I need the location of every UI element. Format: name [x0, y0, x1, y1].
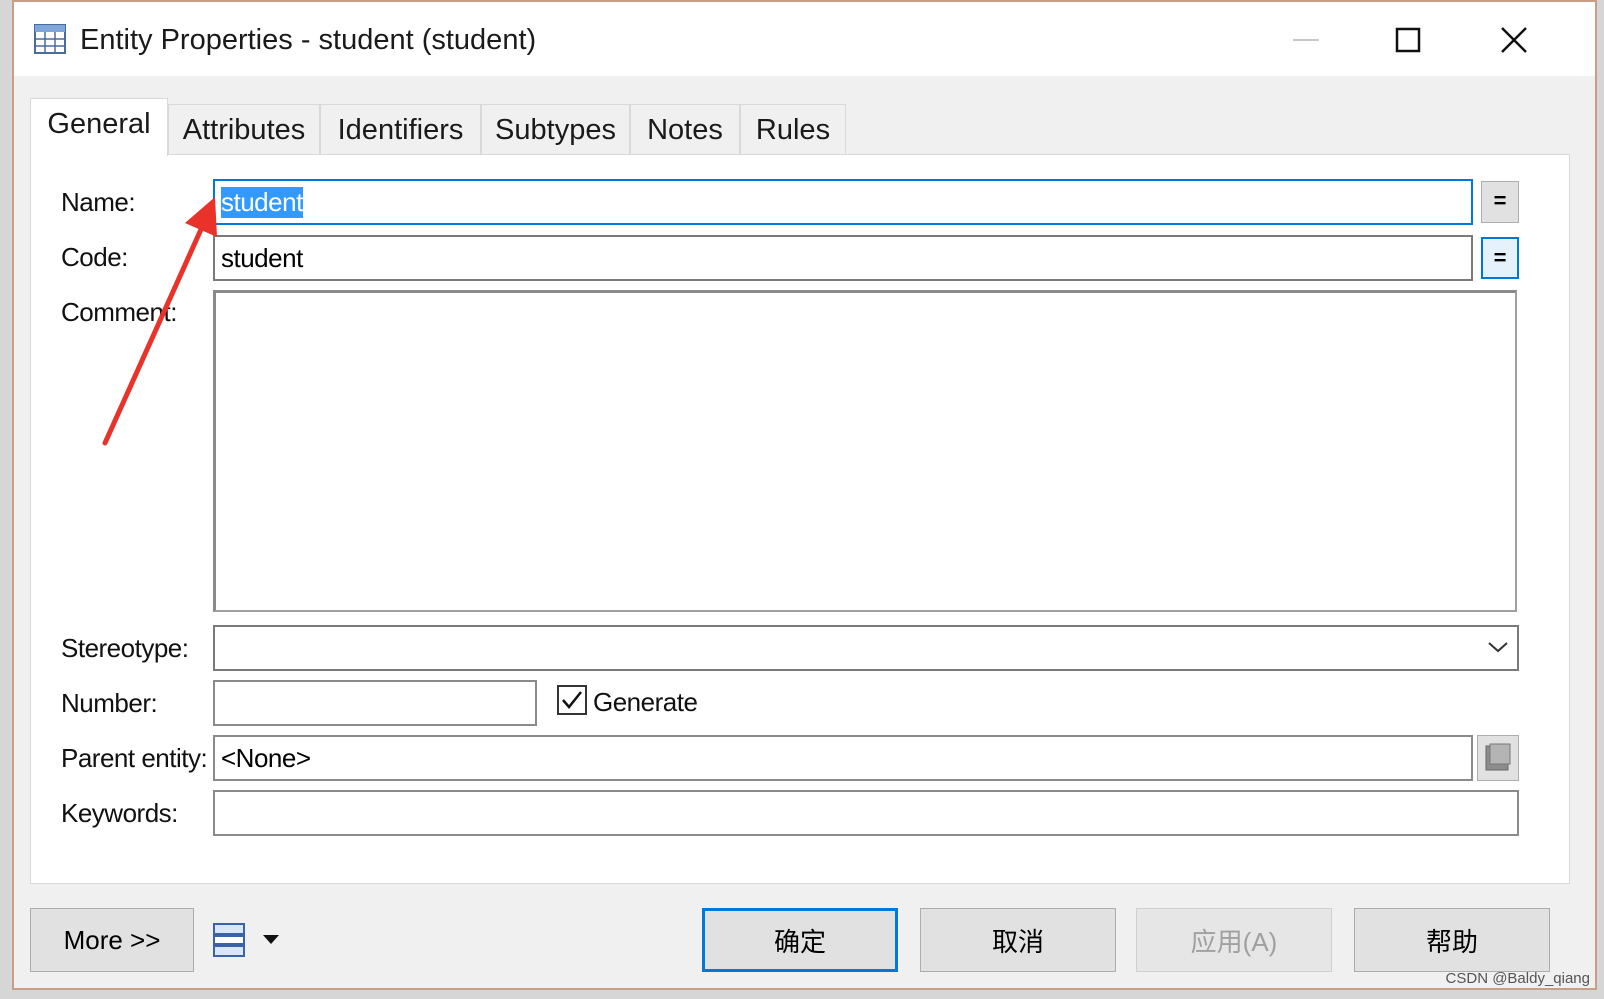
tab-rules[interactable]: Rules	[740, 104, 846, 154]
more-button[interactable]: More >>	[30, 908, 194, 972]
code-input[interactable]: student	[213, 235, 1473, 281]
parent-entity-label: Parent entity:	[61, 743, 208, 773]
table-icon	[34, 24, 66, 54]
ok-button[interactable]: 确定	[702, 908, 898, 972]
title-bar[interactable]: Entity Properties - student (student)	[14, 2, 1595, 76]
code-value: student	[221, 243, 303, 273]
tab-general[interactable]: General	[30, 98, 168, 156]
number-input[interactable]	[213, 680, 537, 726]
maximize-button[interactable]	[1376, 14, 1440, 66]
code-sync-button[interactable]: =	[1481, 237, 1519, 279]
maximize-icon	[1395, 27, 1421, 53]
close-button[interactable]	[1482, 14, 1546, 66]
tab-notes[interactable]: Notes	[630, 104, 740, 154]
tab-attributes[interactable]: Attributes	[168, 104, 320, 154]
cancel-button[interactable]: 取消	[920, 908, 1116, 972]
properties-icon	[1485, 743, 1511, 771]
keywords-label: Keywords:	[61, 798, 178, 828]
minimize-button[interactable]	[1274, 14, 1338, 66]
print-preview-icon	[213, 923, 245, 957]
dropdown-arrow-icon	[263, 935, 279, 944]
general-panel: Name: student = Code: student = Comment:…	[30, 154, 1570, 884]
name-input[interactable]: student	[213, 179, 1473, 225]
minimize-icon	[1293, 39, 1319, 41]
name-to-code-button[interactable]: =	[1481, 181, 1519, 223]
name-value: student	[221, 187, 303, 218]
help-button[interactable]: 帮助	[1354, 908, 1550, 972]
stereotype-label: Stereotype:	[61, 633, 189, 663]
generate-checkbox[interactable]	[557, 685, 587, 715]
close-icon	[1501, 27, 1527, 53]
watermark: CSDN @Baldy_qiang	[1445, 970, 1590, 987]
chevron-down-icon	[1488, 642, 1508, 653]
parent-entity-input[interactable]: <None>	[213, 735, 1473, 781]
annotation-arrow-icon	[102, 197, 217, 446]
apply-button[interactable]: 应用(A)	[1136, 908, 1332, 972]
tab-subtypes[interactable]: Subtypes	[481, 104, 630, 154]
window-title: Entity Properties - student (student)	[80, 24, 537, 56]
comment-textarea[interactable]	[213, 290, 1517, 612]
parent-entity-value: <None>	[221, 743, 311, 773]
checkmark-icon	[562, 691, 582, 709]
print-menu-button[interactable]	[210, 918, 282, 962]
parent-entity-properties-button[interactable]	[1477, 735, 1519, 781]
generate-label[interactable]: Generate	[593, 687, 698, 718]
keywords-input[interactable]	[213, 790, 1519, 836]
tab-identifiers[interactable]: Identifiers	[320, 104, 481, 154]
entity-properties-dialog: Entity Properties - student (student) Ge…	[12, 0, 1597, 990]
number-label: Number:	[61, 688, 158, 718]
stereotype-select[interactable]	[213, 625, 1519, 671]
